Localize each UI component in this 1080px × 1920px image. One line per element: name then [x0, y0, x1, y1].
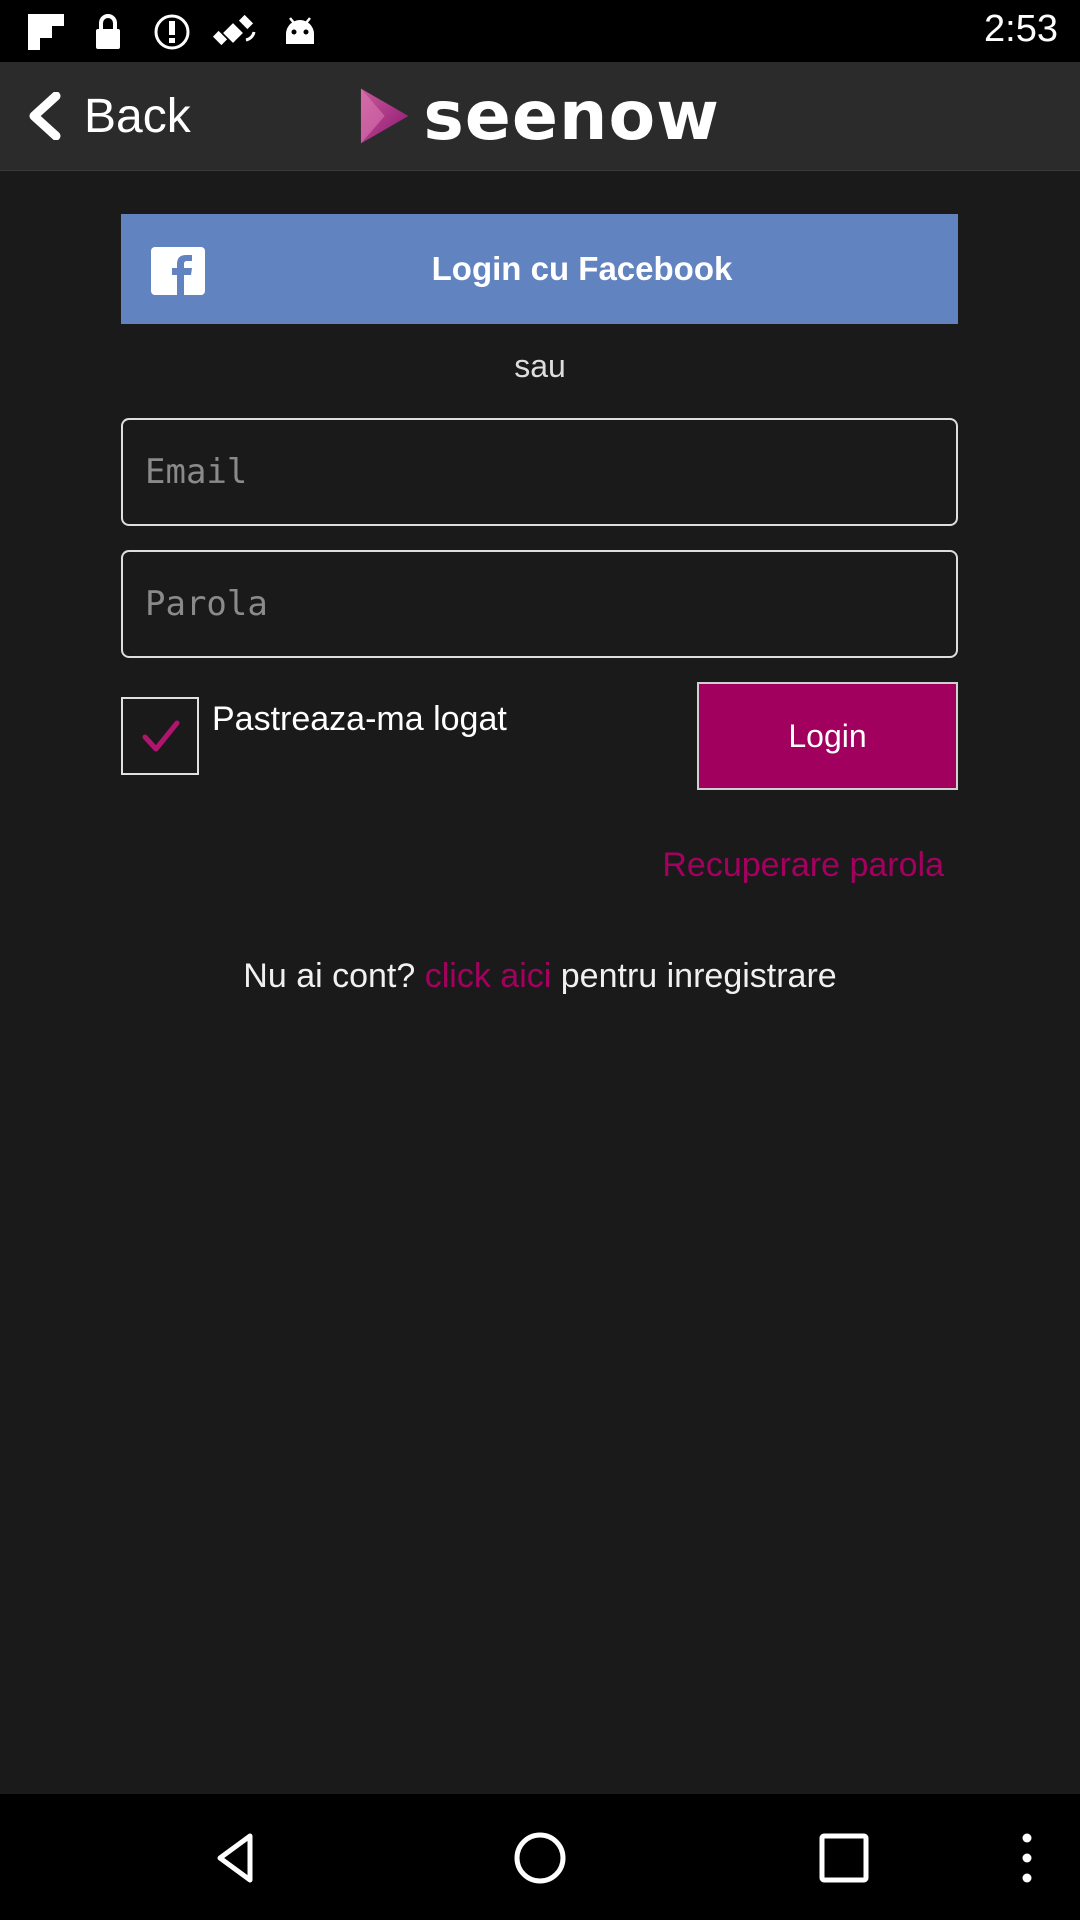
- register-prefix: Nu ai cont?: [243, 957, 425, 995]
- remember-me-label: Pastreaza-ma logat: [212, 700, 507, 738]
- flipboard-icon: [28, 14, 64, 50]
- home-icon[interactable]: [512, 1830, 568, 1886]
- lock-icon: [96, 14, 120, 49]
- remember-me-checkbox[interactable]: [121, 697, 199, 775]
- menu-icon[interactable]: [1012, 1830, 1042, 1886]
- back-icon[interactable]: [208, 1830, 264, 1886]
- fake-gps-icon: [212, 14, 256, 46]
- play-logo-icon: [360, 88, 409, 144]
- checkmark-icon: [142, 720, 180, 752]
- login-button[interactable]: Login: [697, 682, 958, 790]
- facebook-login-button[interactable]: Login cu Facebook: [121, 214, 958, 324]
- facebook-login-label: Login cu Facebook: [431, 250, 733, 287]
- chevron-left-icon: [29, 92, 61, 140]
- email-input[interactable]: [123, 420, 956, 524]
- status-bar: 2:53: [0, 0, 1080, 62]
- back-button[interactable]: Back: [24, 80, 224, 152]
- recover-password-link[interactable]: Recuperare parola: [662, 846, 944, 885]
- back-label: Back: [84, 89, 191, 143]
- email-field[interactable]: [121, 418, 958, 526]
- status-time: 2:53: [984, 8, 1058, 50]
- navigation-bar: [0, 1794, 1080, 1920]
- alert-icon: [154, 14, 190, 50]
- android-icon: [286, 17, 314, 44]
- register-suffix: pentru inregistrare: [551, 957, 837, 995]
- recents-icon[interactable]: [816, 1830, 872, 1886]
- app-logo: seenow: [358, 76, 720, 156]
- register-prompt: Nu ai cont? click aici pentru inregistra…: [0, 957, 1080, 996]
- register-link[interactable]: click aici: [425, 957, 552, 995]
- password-input[interactable]: [123, 552, 956, 656]
- logo-text: seenow: [423, 76, 720, 156]
- app-header: Back seenow: [0, 62, 1080, 171]
- password-field[interactable]: [121, 550, 958, 658]
- or-divider-text: sau: [514, 348, 566, 384]
